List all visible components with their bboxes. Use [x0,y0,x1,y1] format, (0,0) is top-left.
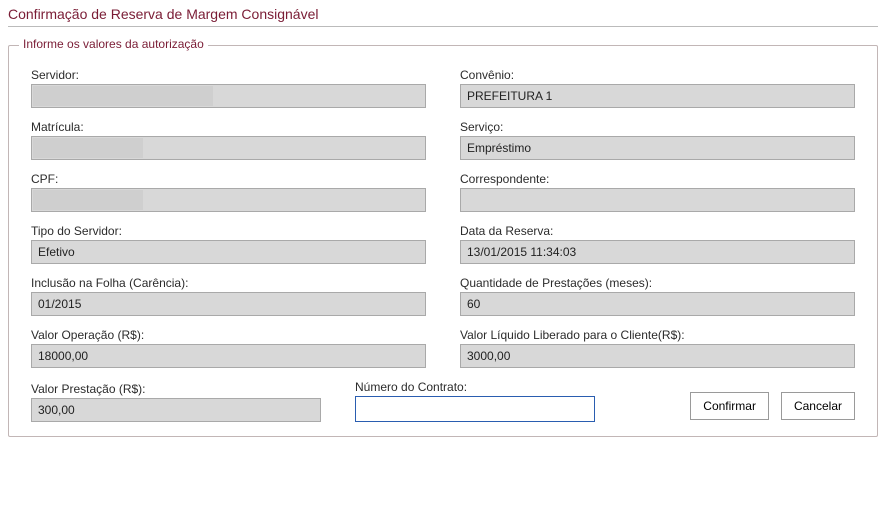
correspondente-value [460,188,855,212]
cancel-button[interactable]: Cancelar [781,392,855,420]
tipo-servidor-value: Efetivo [31,240,426,264]
convenio-value: PREFEITURA 1 [460,84,855,108]
matricula-label: Matrícula: [31,120,426,134]
cpf-value [31,188,426,212]
numero-contrato-label: Número do Contrato: [355,380,595,394]
data-reserva-label: Data da Reserva: [460,224,855,238]
servidor-label: Servidor: [31,68,426,82]
cpf-label: CPF: [31,172,426,186]
valor-prestacao-label: Valor Prestação (R$): [31,382,321,396]
inclusao-folha-value: 01/2015 [31,292,426,316]
confirm-button[interactable]: Confirmar [690,392,769,420]
matricula-value [31,136,426,160]
page-title: Confirmação de Reserva de Margem Consign… [8,4,878,27]
authorization-fieldset: Informe os valores da autorização Servid… [8,45,878,437]
data-reserva-value: 13/01/2015 11:34:03 [460,240,855,264]
inclusao-folha-label: Inclusão na Folha (Carência): [31,276,426,290]
numero-contrato-input[interactable] [355,396,595,422]
fieldset-legend: Informe os valores da autorização [19,37,208,51]
valor-liquido-value: 3000,00 [460,344,855,368]
correspondente-label: Correspondente: [460,172,855,186]
valor-prestacao-value: 300,00 [31,398,321,422]
valor-liquido-label: Valor Líquido Liberado para o Cliente(R$… [460,328,855,342]
servico-value: Empréstimo [460,136,855,160]
valor-operacao-value: 18000,00 [31,344,426,368]
qtd-prestacoes-value: 60 [460,292,855,316]
convenio-label: Convênio: [460,68,855,82]
tipo-servidor-label: Tipo do Servidor: [31,224,426,238]
servidor-value [31,84,426,108]
valor-operacao-label: Valor Operação (R$): [31,328,426,342]
servico-label: Serviço: [460,120,855,134]
qtd-prestacoes-label: Quantidade de Prestações (meses): [460,276,855,290]
